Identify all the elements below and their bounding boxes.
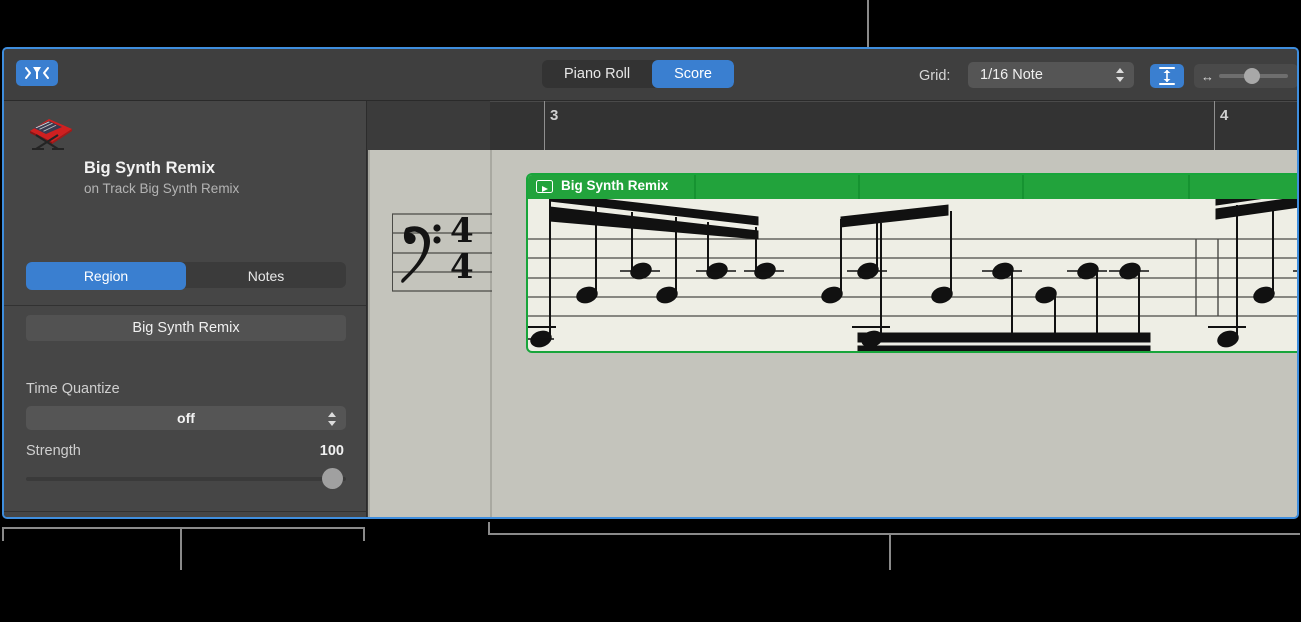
stepper-glyph — [326, 409, 338, 429]
midi-region-icon — [536, 180, 553, 193]
time-quantize-select[interactable]: off — [26, 406, 346, 430]
time-quantize-value: off — [177, 410, 195, 426]
note-length-glyph — [1157, 67, 1177, 85]
midi-region-label: Big Synth Remix — [561, 178, 668, 193]
stepper-updown-icon[interactable] — [1114, 65, 1126, 85]
tab-region[interactable]: Region — [26, 262, 186, 290]
inspector-filter-glyph — [24, 65, 50, 81]
score-editor-area[interactable]: 3 4 — [368, 101, 1297, 517]
callout-line-left — [180, 529, 182, 570]
bar-number-3: 3 — [550, 107, 558, 124]
page-left-edge — [368, 150, 370, 517]
callout-line-right — [889, 535, 891, 570]
strength-slider-knob[interactable] — [322, 468, 343, 489]
region-inspector: Big Synth Remix on Track Big Synth Remix… — [4, 101, 367, 517]
strength-label: Strength — [26, 443, 81, 459]
midi-region-header[interactable]: Big Synth Remix — [528, 175, 1297, 199]
bar-mark-3 — [544, 101, 545, 150]
view-mode-tabs: Piano Roll Score — [542, 60, 734, 88]
callout-bracket-left-arm-l — [2, 527, 4, 541]
time-quantize-label: Time Quantize — [26, 381, 120, 397]
region-beat-tick — [1188, 175, 1190, 199]
region-beat-tick — [694, 175, 696, 199]
inspector-tabs: Region Notes — [26, 262, 346, 288]
clef-and-time-signature: 4 4 — [392, 206, 492, 316]
bar-number-4: 4 — [1220, 107, 1228, 124]
zoom-slider-knob[interactable] — [1244, 68, 1260, 84]
time-sig-denominator: 4 — [450, 247, 474, 287]
callout-bracket-right-arm-l — [488, 522, 490, 535]
screenshot-root: Piano Roll Score Grid: 1/16 Note — [0, 0, 1301, 622]
callout-bracket-right-top — [488, 533, 1300, 535]
strength-slider-track — [26, 477, 346, 481]
editor-toolbar: Piano Roll Score Grid: 1/16 Note — [4, 49, 1297, 101]
region-subtitle: on Track Big Synth Remix — [84, 181, 239, 196]
tab-piano-roll[interactable]: Piano Roll — [542, 60, 652, 88]
note-group-1 — [528, 199, 784, 349]
bar-mark-4 — [1214, 101, 1215, 150]
time-sig-numerator: 4 — [450, 211, 474, 251]
score-editor-window: Piano Roll Score Grid: 1/16 Note — [2, 47, 1299, 519]
region-title: Big Synth Remix — [84, 159, 215, 178]
note-group-2 — [820, 205, 955, 349]
region-beat-tick — [858, 175, 860, 199]
bar-ruler[interactable]: 3 4 — [368, 101, 1297, 150]
note-group-3 — [858, 261, 1150, 352]
callout-bracket-left-top — [2, 527, 365, 529]
clef-staff-glyph: 4 4 — [392, 206, 492, 316]
strength-slider[interactable] — [26, 474, 346, 484]
note-group-4 — [1208, 199, 1297, 349]
staff-notation[interactable] — [528, 199, 1297, 353]
grid-label: Grid: — [919, 68, 950, 84]
play-triangle-glyph — [538, 184, 552, 194]
grid-select-value: 1/16 Note — [968, 67, 1043, 83]
synth-keyboard-icon — [22, 109, 76, 149]
grid-select[interactable]: 1/16 Note — [968, 62, 1134, 88]
horizontal-resize-icon: ↔ — [1194, 69, 1219, 84]
midi-region[interactable]: Big Synth Remix — [526, 173, 1297, 353]
synth-keyboard-glyph — [22, 109, 76, 151]
tab-score[interactable]: Score — [652, 60, 734, 88]
notation-svg — [528, 199, 1297, 353]
note-length-icon[interactable] — [1150, 64, 1184, 88]
zoom-slider-track[interactable] — [1219, 74, 1288, 78]
inspector-divider — [4, 305, 366, 306]
region-beat-tick — [1022, 175, 1024, 199]
stepper-glyph — [1114, 65, 1126, 85]
tab-notes[interactable]: Notes — [186, 262, 346, 290]
zoom-slider[interactable]: ↔ — [1194, 64, 1298, 88]
callout-bracket-left-arm-r — [363, 527, 365, 541]
inspector-divider-2 — [4, 511, 366, 512]
strength-value: 100 — [320, 443, 344, 459]
inspector-filter-icon[interactable] — [16, 60, 58, 86]
bar-ruler-dark — [490, 101, 1297, 150]
region-name-field[interactable]: Big Synth Remix — [26, 315, 346, 341]
stepper-updown-icon[interactable] — [326, 409, 338, 429]
